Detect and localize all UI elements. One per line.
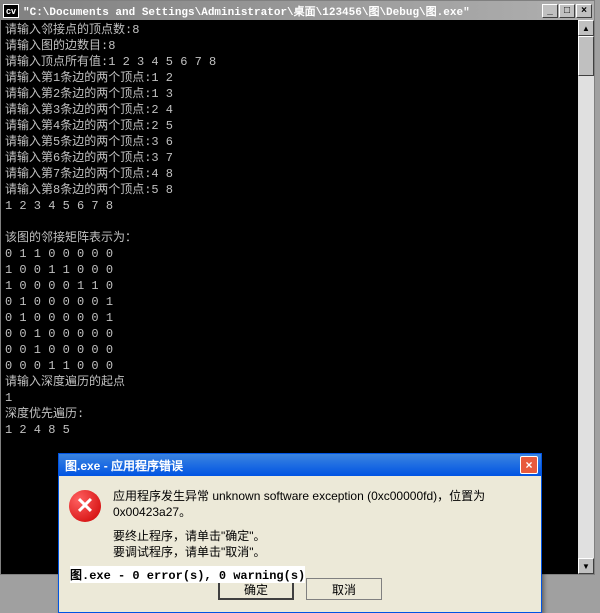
cancel-button[interactable]: 取消: [306, 578, 382, 600]
dialog-title: 图.exe - 应用程序错误: [62, 457, 183, 474]
scroll-thumb[interactable]: [578, 36, 594, 76]
dialog-body: ✕ 应用程序发生异常 unknown software exception (0…: [59, 476, 541, 572]
dialog-message-line1: 应用程序发生异常 unknown software exception (0xc…: [113, 488, 531, 520]
vertical-scrollbar[interactable]: ▲ ▼: [578, 20, 594, 574]
window-controls: _ □ ×: [542, 4, 592, 18]
titlebar-left: cv "C:\Documents and Settings\Administra…: [3, 3, 470, 19]
scroll-up-button[interactable]: ▲: [578, 20, 594, 36]
error-icon: ✕: [69, 490, 101, 522]
close-button[interactable]: ×: [576, 4, 592, 18]
maximize-button[interactable]: □: [559, 4, 575, 18]
dialog-titlebar: 图.exe - 应用程序错误 ×: [59, 454, 541, 476]
dialog-message-line3: 要调试程序，请单击"取消"。: [113, 544, 531, 560]
scroll-down-button[interactable]: ▼: [578, 558, 594, 574]
titlebar: cv "C:\Documents and Settings\Administra…: [1, 1, 594, 20]
cmd-icon: cv: [3, 4, 19, 18]
dialog-close-button[interactable]: ×: [520, 456, 538, 474]
dialog-message-line2: 要终止程序，请单击"确定"。: [113, 528, 531, 544]
window-title: "C:\Documents and Settings\Administrator…: [23, 3, 470, 19]
minimize-button[interactable]: _: [542, 4, 558, 18]
status-bar-text: 图.exe - 0 error(s), 0 warning(s): [70, 566, 305, 583]
dialog-message: 应用程序发生异常 unknown software exception (0xc…: [113, 488, 531, 560]
error-dialog: 图.exe - 应用程序错误 × ✕ 应用程序发生异常 unknown soft…: [58, 453, 542, 613]
scroll-track[interactable]: [578, 36, 594, 558]
